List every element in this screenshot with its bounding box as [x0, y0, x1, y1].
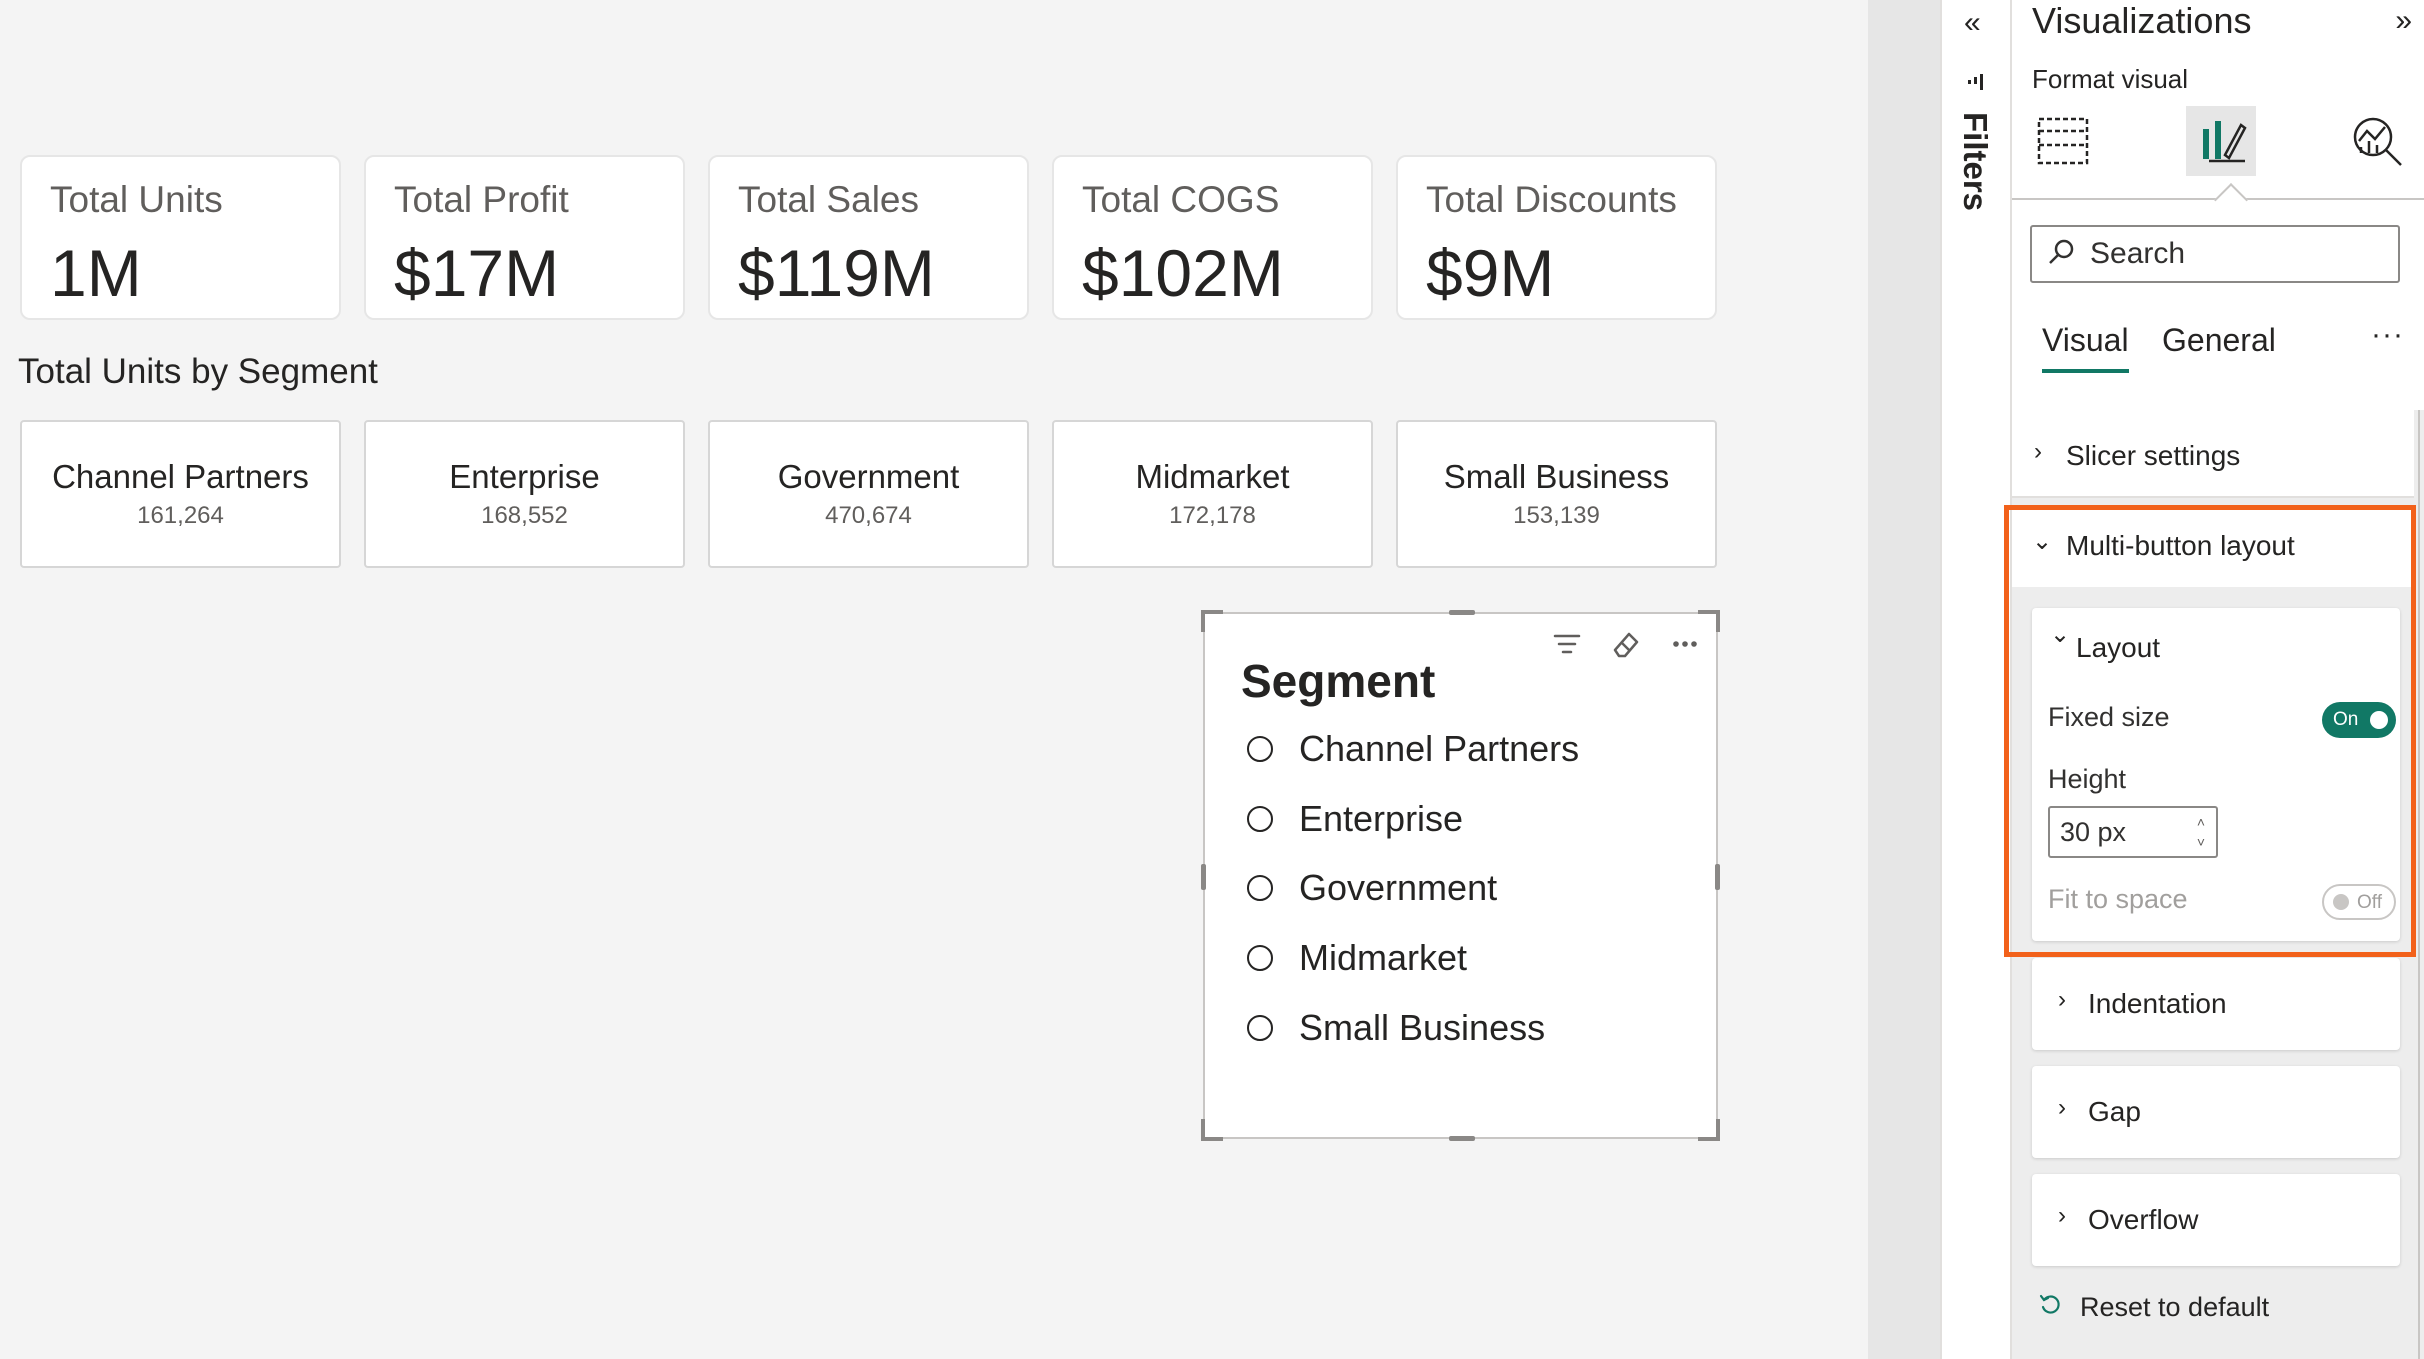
segment-card-channel-partners[interactable]: Channel Partners 161,264: [20, 420, 341, 568]
format-visual-label: Format visual: [2032, 64, 2189, 94]
build-visual-button[interactable]: [2028, 106, 2098, 176]
expand-filters-icon[interactable]: «: [1964, 6, 1981, 40]
overflow-label: Overflow: [2088, 1204, 2199, 1235]
kpi-card-total-units[interactable]: Total Units 1M: [20, 155, 341, 320]
radio-button[interactable]: [1247, 1015, 1273, 1041]
kpi-value: $119M: [738, 236, 935, 310]
chevron-right-icon: ›: [2058, 1094, 2066, 1121]
pane-title: Visualizations: [2032, 0, 2252, 41]
kpi-card-total-profit[interactable]: Total Profit $17M: [364, 155, 685, 320]
tab-visual[interactable]: Visual: [2042, 322, 2129, 373]
slicer-option-label: Channel Partners: [1299, 728, 1580, 769]
tab-general[interactable]: General: [2162, 322, 2276, 359]
resize-handle-right[interactable]: [1715, 864, 1720, 890]
gap-card[interactable]: › Gap: [2032, 1066, 2400, 1158]
overflow-card[interactable]: › Overflow: [2032, 1174, 2400, 1266]
segment-card-value: 470,674: [825, 502, 912, 529]
kpi-value: $102M: [1082, 236, 1284, 310]
resize-handle-top-left[interactable]: [1201, 610, 1223, 632]
resize-handle-bottom-right[interactable]: [1698, 1119, 1720, 1141]
segment-card-midmarket[interactable]: Midmarket 172,178: [1052, 420, 1373, 568]
resize-handle-left[interactable]: [1201, 864, 1206, 890]
search-input[interactable]: [2088, 236, 2392, 272]
kpi-value: $9M: [1426, 236, 1555, 310]
format-visual-button[interactable]: [2186, 106, 2256, 176]
kpi-label: Total Discounts: [1426, 179, 1677, 220]
search-icon: [2046, 237, 2076, 272]
segment-card-name: Channel Partners: [52, 458, 309, 495]
more-options-icon[interactable]: ···: [2371, 318, 2404, 352]
slicer-option-label: Small Business: [1299, 1007, 1546, 1048]
gap-label: Gap: [2088, 1096, 2141, 1127]
canvas-gutter: [1868, 0, 1940, 1359]
segment-card-value: 161,264: [137, 502, 224, 529]
segment-card-name: Midmarket: [1135, 458, 1290, 495]
filter-icon[interactable]: [1547, 624, 1587, 664]
active-tab-pointer: [2214, 183, 2248, 217]
resize-handle-bottom[interactable]: [1449, 1136, 1475, 1141]
segment-card-name: Enterprise: [449, 458, 600, 495]
slicer-option-small-business[interactable]: Small Business: [1247, 1003, 1545, 1053]
segment-card-government[interactable]: Government 470,674: [708, 420, 1029, 568]
paintbrush-chart-icon: [2203, 121, 2247, 163]
segment-section-title: Total Units by Segment: [18, 352, 378, 391]
slicer-option-midmarket[interactable]: Midmarket: [1247, 933, 1467, 983]
chevron-right-icon: ›: [2058, 1202, 2066, 1229]
report-canvas: Total Units 1M Total Profit $17M Total S…: [0, 0, 1868, 1359]
undo-icon: [2038, 1292, 2062, 1323]
segment-card-value: 153,139: [1513, 502, 1600, 529]
slicer-title: Segment: [1241, 655, 1436, 707]
eraser-icon[interactable]: [1605, 624, 1645, 664]
filter-bars-icon: [1967, 72, 1987, 97]
radio-button[interactable]: [1247, 736, 1273, 762]
slicer-option-government[interactable]: Government: [1247, 863, 1497, 913]
reset-to-default-button[interactable]: Reset to default: [2038, 1292, 2269, 1323]
kpi-label: Total Units: [50, 179, 223, 220]
slicer-option-label: Midmarket: [1299, 937, 1468, 978]
radio-button[interactable]: [1247, 945, 1273, 971]
slicer-option-label: Enterprise: [1299, 798, 1464, 839]
kpi-label: Total COGS: [1082, 179, 1280, 220]
slicer-option-channel-partners[interactable]: Channel Partners: [1247, 724, 1579, 774]
filters-pane-collapsed[interactable]: « Filters: [1940, 0, 2010, 1359]
kpi-label: Total Sales: [738, 179, 919, 220]
build-visual-icon: [2037, 117, 2089, 165]
collapse-pane-icon[interactable]: »: [2395, 4, 2412, 38]
slicer-option-enterprise[interactable]: Enterprise: [1247, 794, 1463, 844]
more-options-icon[interactable]: [1665, 624, 1705, 664]
segment-card-name: Government: [777, 458, 960, 495]
radio-button[interactable]: [1247, 806, 1273, 832]
slicer-settings-card[interactable]: › Slicer settings: [2012, 410, 2414, 498]
slicer-settings-label: Slicer settings: [2066, 440, 2241, 471]
radio-button[interactable]: [1247, 875, 1273, 901]
analytics-button[interactable]: [2342, 106, 2412, 176]
resize-handle-bottom-left[interactable]: [1201, 1119, 1223, 1141]
chevron-right-icon: ›: [2058, 986, 2066, 1013]
segment-card-small-business[interactable]: Small Business 153,139: [1396, 420, 1717, 568]
segment-card-value: 172,178: [1169, 502, 1256, 529]
segment-slicer[interactable]: Segment Channel Partners Enterprise Gove…: [1201, 610, 1720, 1141]
kpi-label: Total Profit: [394, 179, 569, 220]
scrollbar[interactable]: [2418, 410, 2420, 1359]
segment-card-name: Small Business: [1443, 458, 1670, 495]
kpi-card-total-sales[interactable]: Total Sales $119M: [708, 155, 1029, 320]
analytics-magnifier-icon: [2353, 117, 2402, 166]
segment-card-enterprise[interactable]: Enterprise 168,552: [364, 420, 685, 568]
kpi-value: $17M: [394, 236, 560, 310]
reset-label: Reset to default: [2080, 1292, 2270, 1322]
indentation-card[interactable]: › Indentation: [2032, 958, 2400, 1050]
segment-card-value: 168,552: [481, 502, 568, 529]
kpi-card-total-cogs[interactable]: Total COGS $102M: [1052, 155, 1373, 320]
kpi-card-total-discounts[interactable]: Total Discounts $9M: [1396, 155, 1717, 320]
kpi-value: 1M: [50, 236, 142, 310]
filters-label[interactable]: Filters: [1956, 112, 1994, 211]
slicer-option-label: Government: [1299, 867, 1498, 908]
search-field[interactable]: [2030, 225, 2400, 283]
resize-handle-top[interactable]: [1449, 610, 1475, 615]
chevron-right-icon: ›: [2034, 438, 2042, 465]
indentation-label: Indentation: [2088, 988, 2227, 1019]
multi-button-layout-highlight: [2004, 505, 2416, 957]
